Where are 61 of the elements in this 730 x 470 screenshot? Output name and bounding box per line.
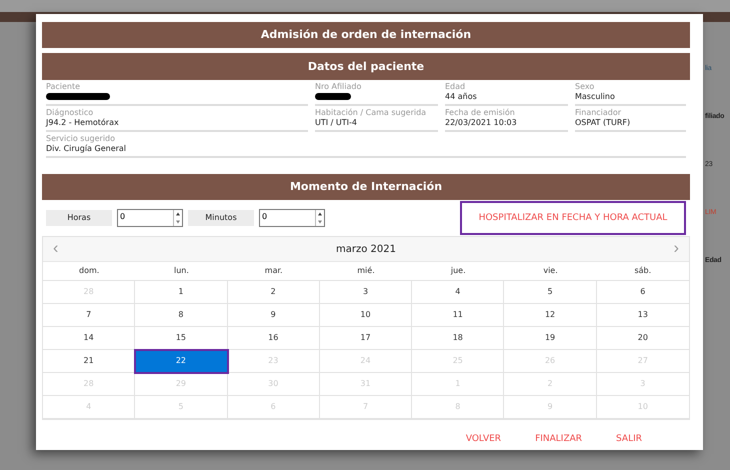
calendar-day[interactable]: 10 xyxy=(320,304,412,327)
field-value: 44 años xyxy=(445,91,478,103)
calendar-day[interactable]: 18 xyxy=(412,327,504,350)
calendar-day[interactable]: 19 xyxy=(504,327,597,350)
weekday-label: sáb. xyxy=(596,262,689,281)
spinner-label: Minutos xyxy=(188,210,254,226)
previous-month-button[interactable]: ‹ xyxy=(49,239,62,259)
dialog-button[interactable]: SALIR xyxy=(616,434,642,444)
weekday-label: jue. xyxy=(412,262,504,281)
field-label: Diágnostico xyxy=(46,108,94,117)
calendar-day[interactable]: 1 xyxy=(135,281,228,304)
hospitalize-now-button[interactable]: HOSPITALIZAR EN FECHA Y HORA ACTUAL xyxy=(460,201,686,235)
number-spinner[interactable]: 0 xyxy=(259,209,325,227)
redaction-bar xyxy=(315,93,351,100)
field-label: Paciente xyxy=(46,82,82,91)
up-arrow-icon[interactable] xyxy=(174,210,182,218)
field-value: 22/03/2021 10:03 xyxy=(445,117,518,129)
dialog-title: Admisión de orden de internación xyxy=(42,22,690,48)
field-label: Edad xyxy=(445,82,466,91)
calendar-day[interactable]: 5 xyxy=(504,281,597,304)
redaction-bar xyxy=(46,93,110,100)
weekday-label: vie. xyxy=(504,262,597,281)
calendar-day[interactable]: 8 xyxy=(135,304,228,327)
month-title: marzo 2021 xyxy=(336,244,396,254)
field-label: Sexo xyxy=(575,82,596,91)
calendar-day[interactable]: 7 xyxy=(43,304,136,327)
calendar-day[interactable]: 20 xyxy=(596,327,689,350)
calendar-day[interactable]: 12 xyxy=(504,304,597,327)
weekday-label: mar. xyxy=(228,262,320,281)
section-header: Momento de Internación xyxy=(42,174,690,200)
calendar-day[interactable]: 22 xyxy=(135,350,228,373)
spinner-label: Horas xyxy=(46,210,112,226)
calendar-day[interactable]: 14 xyxy=(43,327,136,350)
weekday-label: lun. xyxy=(135,262,228,281)
field-label: Servicio sugerido xyxy=(46,134,116,143)
calendar-day[interactable]: 3 xyxy=(320,281,412,304)
field-value: J94.2 - Hemotórax xyxy=(46,117,120,129)
calendar-day[interactable]: 6 xyxy=(596,281,689,304)
next-month-button[interactable]: › xyxy=(670,239,683,259)
section-header: Datos del paciente xyxy=(42,54,690,80)
field-value: OSPAT (TURF) xyxy=(575,117,632,129)
field-label: Fecha de emisión xyxy=(445,108,516,117)
field-label: Financiador xyxy=(575,108,622,117)
calendar-day[interactable]: 4 xyxy=(412,281,504,304)
calendar-day[interactable]: 17 xyxy=(320,327,412,350)
weekday-label: mié. xyxy=(320,262,412,281)
calendar-day[interactable]: 13 xyxy=(596,304,689,327)
dialog-button[interactable]: FINALIZAR xyxy=(535,434,582,444)
up-arrow-icon[interactable] xyxy=(316,210,324,218)
weekday-label: dom. xyxy=(43,262,136,281)
field-label: Habitación / Cama sugerida xyxy=(315,108,428,117)
dialog-button[interactable]: VOLVER xyxy=(466,434,502,444)
number-spinner[interactable]: 0 xyxy=(117,209,183,227)
calendar-day[interactable]: 11 xyxy=(412,304,504,327)
calendar-day[interactable]: 16 xyxy=(228,327,320,350)
calendar-day[interactable]: 2 xyxy=(228,281,320,304)
field-label: Nro Afiliado xyxy=(315,82,362,91)
field-value: UTI / UTI-4 xyxy=(315,117,358,129)
field-value: Div. Cirugía General xyxy=(46,143,128,155)
field-value: Masculino xyxy=(575,91,616,103)
calendar-day[interactable]: 9 xyxy=(228,304,320,327)
